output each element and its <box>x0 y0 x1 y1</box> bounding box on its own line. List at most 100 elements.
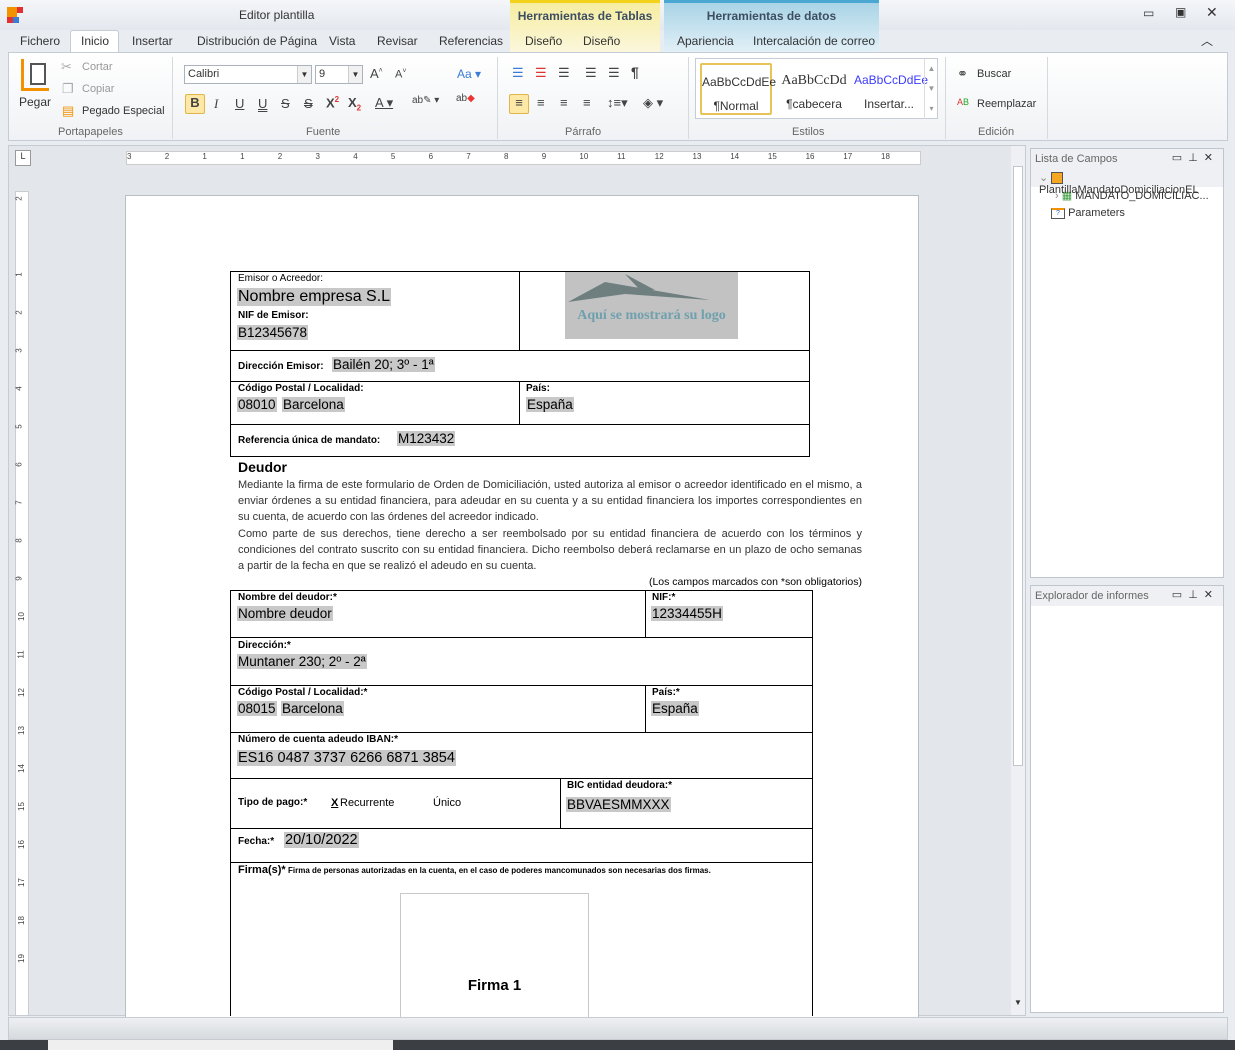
bold-button[interactable]: B <box>185 94 205 114</box>
subscript-button[interactable]: X2 <box>348 95 361 113</box>
signature-box[interactable]: Firma 1 <box>400 893 589 1018</box>
tree-item-datasource[interactable]: ⌄ PlantillaMandatoDomiciliacionEL <box>1031 169 1223 196</box>
increase-indent-icon[interactable]: ☰ <box>608 65 620 81</box>
double-strikethrough-button[interactable]: S <box>304 96 313 111</box>
maximize-button[interactable]: ▣ <box>1175 5 1186 19</box>
status-bar <box>8 1017 1228 1040</box>
scrollbar-thumb[interactable] <box>1013 166 1023 766</box>
copy-button[interactable]: Copiar <box>82 83 114 95</box>
vertical-scrollbar[interactable]: ▼ <box>1011 146 1025 1015</box>
panel-controls[interactable]: ▭⊥✕ <box>1172 151 1219 164</box>
styles-scroll[interactable]: ▲ ▼ ▾ <box>924 59 938 119</box>
style-normal[interactable]: AaBbCcDdEe ¶Normal <box>700 63 776 115</box>
align-center-button[interactable]: ≡ <box>537 95 545 110</box>
creditor-postal-field[interactable]: 08010 <box>237 397 277 412</box>
numbering-icon[interactable]: ☰ <box>535 65 547 81</box>
debtor-postal-field[interactable]: 08015 <box>237 701 277 716</box>
close-button[interactable]: ✕ <box>1206 4 1218 21</box>
style-name: ¶Normal <box>713 99 759 113</box>
creditor-nif-field[interactable]: B12345678 <box>237 325 309 340</box>
align-right-button[interactable]: ≡ <box>560 95 568 110</box>
tab-insertar[interactable]: Insertar <box>132 34 173 48</box>
right-panels: Lista de Campos ▭⊥✕ ⌄ PlantillaMandatoDom… <box>1028 145 1228 1017</box>
collapse-ribbon-icon[interactable]: ︿ <box>1201 32 1213 49</box>
creditor-address-field[interactable]: Bailén 20; 3º - 1ª <box>332 357 435 372</box>
debtor-country-field[interactable]: España <box>651 701 699 716</box>
country-label: País: <box>526 383 550 394</box>
tab-apariencia[interactable]: Apariencia <box>677 34 734 48</box>
vertical-ruler[interactable]: 2 1 2 3 4 5 6 7 8 9 10 11 12 13 14 15 16 17 18 19 <box>14 191 29 1015</box>
debtor-city-field[interactable]: Barcelona <box>281 701 344 716</box>
tab-vista[interactable]: Vista <box>329 34 355 48</box>
paste-special-button[interactable]: Pegado Especial <box>82 105 165 117</box>
font-name-select[interactable]: Calibri ▼ <box>184 65 312 84</box>
tab-inicio[interactable]: Inicio <box>81 34 109 48</box>
style-insertar[interactable]: AaBbCcDdEe Insertar... <box>854 63 928 115</box>
tab-stop-selector[interactable]: L <box>15 150 31 166</box>
italic-button[interactable]: I <box>214 96 218 112</box>
panel-controls[interactable]: ▭⊥✕ <box>1172 588 1219 601</box>
recurring-checkbox[interactable]: X <box>331 797 338 809</box>
ribbon: Pegar ✂ Cortar ❐ Copiar ▤ Pegado Especia… <box>8 52 1228 141</box>
replace-button[interactable]: Reemplazar <box>977 98 1036 110</box>
tab-referencias[interactable]: Referencias <box>439 34 503 48</box>
horizontal-ruler[interactable]: 3 2 1 1 2 3 4 5 6 7 8 9 10 11 12 13 14 15 16 17 18 <box>126 151 921 165</box>
decrease-indent-icon[interactable]: ☰ <box>585 65 597 81</box>
logo-text: Aquí se mostrará su logo <box>577 308 726 323</box>
tab-distribucion[interactable]: Distribución de Página <box>197 34 317 48</box>
creditor-country-field[interactable]: España <box>526 397 574 412</box>
highlight-button[interactable]: ab✎ ▾ <box>412 95 439 106</box>
scroll-down-icon[interactable]: ▼ <box>1014 998 1022 1007</box>
ruler-tick-label: 7 <box>466 152 471 161</box>
date-field[interactable]: 20/10/2022 <box>284 832 359 848</box>
paste-icon[interactable] <box>21 59 49 91</box>
tab-fichero[interactable]: Fichero <box>20 34 60 48</box>
grow-font-icon[interactable]: A˄ <box>370 66 383 81</box>
style-cabecera[interactable]: AaBbCcDd ¶cabecera <box>776 63 852 115</box>
debtor-address-field[interactable]: Muntaner 230; 2º - 2ª <box>237 654 367 669</box>
underline-button[interactable]: U <box>235 96 244 111</box>
debtor-name-field[interactable]: Nombre deudor <box>237 606 333 621</box>
find-button[interactable]: Buscar <box>977 68 1011 80</box>
cut-button[interactable]: Cortar <box>82 61 113 73</box>
justify-button[interactable]: ≡ <box>583 95 591 110</box>
multilevel-list-icon[interactable]: ☰ <box>558 65 570 81</box>
strikethrough-button[interactable]: S <box>281 96 290 111</box>
creditor-name-field[interactable]: Nombre empresa S.L <box>237 288 392 306</box>
address-label: Dirección Emisor: <box>238 361 324 372</box>
font-color-button[interactable]: A ▾ <box>375 95 393 111</box>
ruler-tick-label: 12 <box>654 152 664 161</box>
tab-diseno-2[interactable]: Diseño <box>583 34 620 48</box>
ruler-tick-label: 5 <box>390 152 396 161</box>
font-size-select[interactable]: 9 ▼ <box>315 65 363 84</box>
double-underline-button[interactable]: U <box>258 96 267 111</box>
align-left-button[interactable]: ≡ <box>509 94 529 114</box>
change-case-label: Aa <box>457 67 472 81</box>
shading-icon[interactable]: ◈ ▾ <box>643 95 663 111</box>
replace-icon: AB <box>957 97 970 107</box>
shrink-font-icon[interactable]: A˅ <box>395 68 406 81</box>
clear-format-button[interactable]: ab◆ <box>456 93 475 104</box>
logo-placeholder[interactable]: Aquí se mostrará su logo <box>565 272 738 339</box>
superscript-button[interactable]: X2 <box>326 95 339 110</box>
tab-intercalacion[interactable]: Intercalación de correo <box>753 34 875 48</box>
chevron-down-icon: ▼ <box>297 66 311 83</box>
ruler-tick-label: 12 <box>16 688 26 697</box>
mandate-ref-field[interactable]: M123432 <box>397 431 456 446</box>
iban-field[interactable]: ES16 0487 3737 6266 6871 3854 <box>237 750 456 766</box>
pilcrow-icon[interactable]: ¶ <box>631 64 639 80</box>
tab-diseno-tablas[interactable]: Diseño <box>525 34 562 48</box>
paste-button[interactable]: Pegar <box>19 95 51 109</box>
bullets-icon[interactable]: ☰ <box>512 65 524 81</box>
change-case-button[interactable]: Aa ▾ <box>457 67 481 81</box>
minimize-button[interactable]: ▭ <box>1143 6 1154 20</box>
tab-revisar[interactable]: Revisar <box>377 34 418 48</box>
single-label[interactable]: Único <box>433 797 461 809</box>
tree-item-parameters[interactable]: ? Parameters <box>1031 205 1223 223</box>
taskbar-search[interactable] <box>48 1040 393 1050</box>
debtor-nif-field[interactable]: 12334455H <box>651 606 723 621</box>
line-spacing-icon[interactable]: ↕≡▾ <box>607 95 628 111</box>
creditor-city-field[interactable]: Barcelona <box>282 397 345 412</box>
bic-field[interactable]: BBVAESMMXXX <box>566 797 671 812</box>
ruler-tick-label: 2 <box>14 196 24 201</box>
